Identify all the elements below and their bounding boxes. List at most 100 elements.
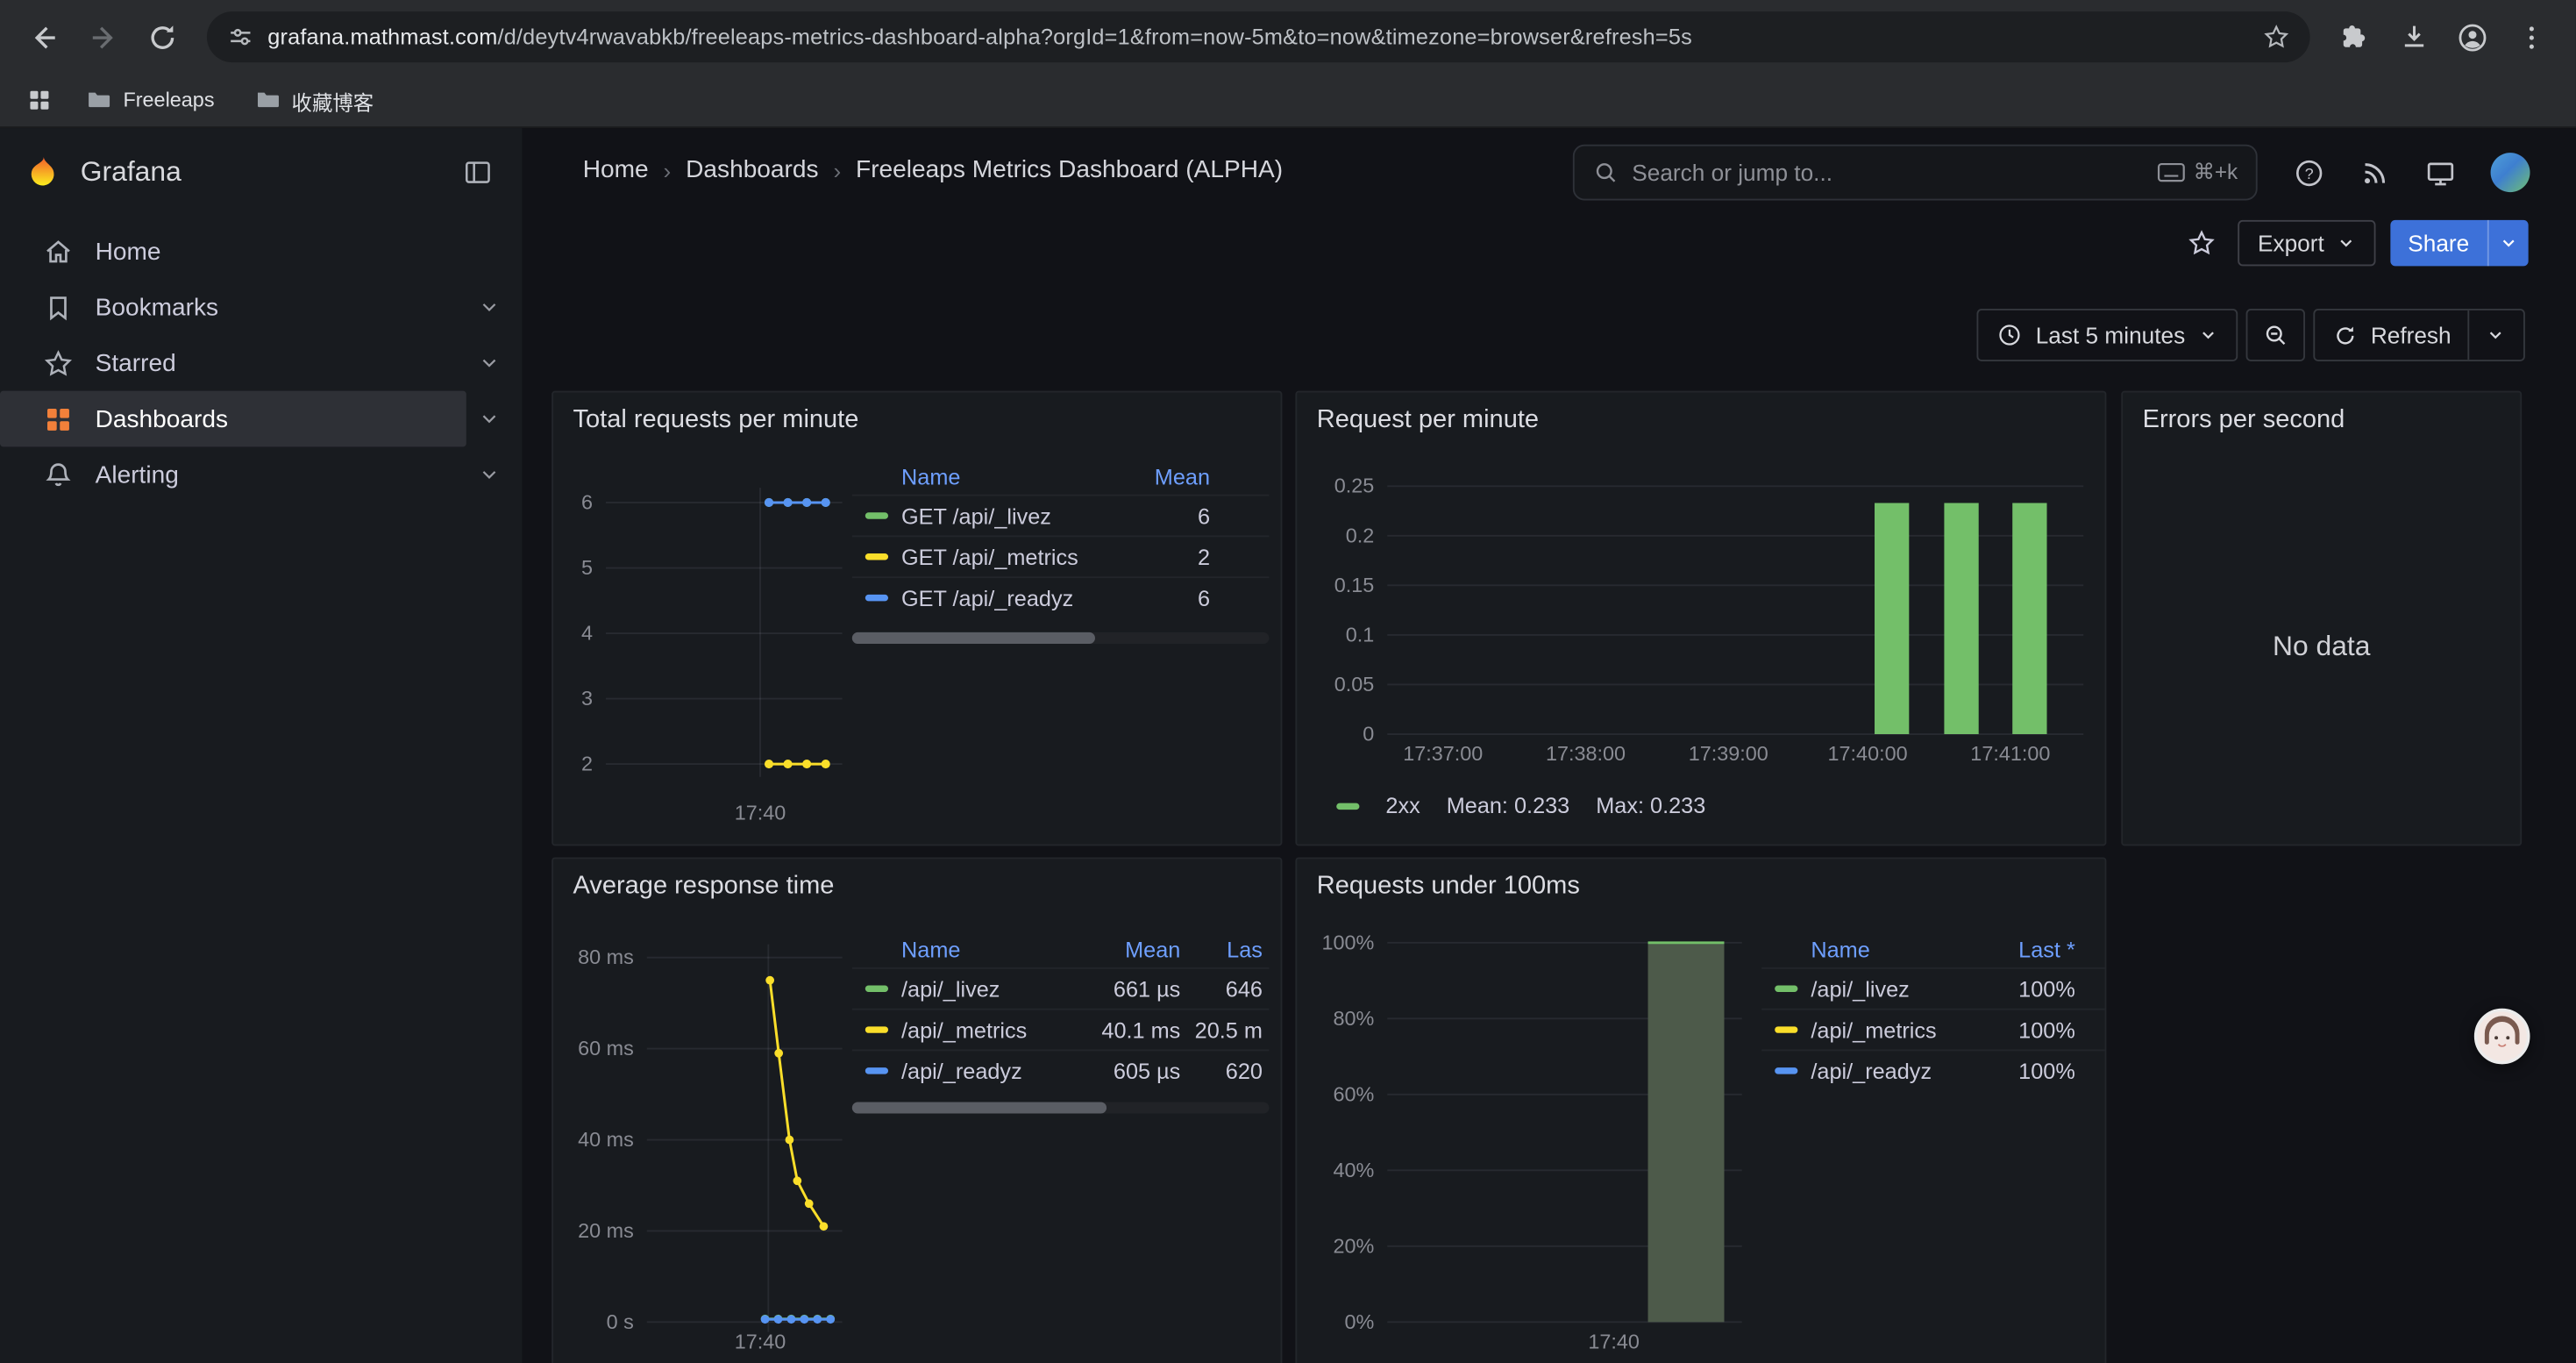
legend-column[interactable]: Name (852, 464, 1118, 489)
legend-column[interactable]: Las (1180, 937, 1263, 961)
series-name: GET /api/_metrics (901, 545, 1118, 569)
scrollbar-thumb[interactable] (852, 1102, 1107, 1113)
legend-row[interactable]: /api/_readyz605 µs620 (852, 1050, 1270, 1091)
help-icon[interactable]: ? (2294, 157, 2325, 189)
bookmark-item-freeleaps[interactable]: Freeleaps (69, 78, 231, 123)
series-color-swatch (865, 1026, 888, 1032)
svg-text:100%: 100% (1321, 931, 1374, 953)
svg-text:60 ms: 60 ms (578, 1037, 634, 1060)
browser-menu-icon[interactable] (2504, 9, 2560, 65)
svg-text:6: 6 (581, 490, 593, 513)
breadcrumb-home[interactable]: Home (583, 156, 649, 184)
series-value: 605 µs (1078, 1059, 1180, 1083)
sidebar-item-alerting[interactable]: Alerting (0, 446, 522, 503)
legend-column[interactable]: Name (1761, 937, 1960, 961)
chevron-down-icon[interactable] (478, 296, 501, 318)
favorite-star-icon[interactable] (2181, 222, 2224, 265)
svg-text:17:39:00: 17:39:00 (1689, 742, 1768, 765)
chevron-down-icon[interactable] (478, 407, 501, 430)
sidebar-item-dashboards[interactable]: Dashboards (0, 391, 522, 447)
sidebar-item-bookmarks[interactable]: Bookmarks (0, 279, 522, 335)
back-icon[interactable] (17, 9, 73, 65)
url-text[interactable]: grafana.mathmast.com/d/deytv4rwavabkb/fr… (267, 25, 2249, 49)
legend-column[interactable]: Name (852, 937, 1078, 961)
site-settings-icon[interactable] (226, 23, 254, 51)
sidebar-item-starred[interactable]: Starred (0, 335, 522, 391)
zoom-out-button[interactable] (2246, 309, 2305, 361)
legend-stats[interactable]: 2xx Mean: 0.233 Max: 0.233 (1323, 793, 1705, 817)
monitor-icon[interactable] (2425, 157, 2457, 189)
panel-errors-per-second: Errors per second No data (2121, 391, 2522, 846)
panel-requests-per-minute: Request per minute 0.250.20.150.10.05017… (1295, 391, 2106, 846)
downloads-icon[interactable] (2386, 9, 2442, 65)
share-button[interactable]: Share (2390, 220, 2529, 266)
grafana-app: Grafana Home Bookmarks Starred (0, 128, 2576, 1363)
search-input[interactable] (1632, 160, 2144, 186)
legend-scrollbar[interactable] (852, 632, 1270, 644)
requests-per-minute-chart[interactable]: 0.250.20.150.10.05017:37:0017:38:0017:39… (1297, 393, 2106, 846)
legend-column[interactable]: Mean (1118, 464, 1210, 489)
bookmark-item-blog[interactable]: 收藏博客 (238, 78, 390, 123)
breadcrumb-separator: › (833, 157, 841, 183)
sidebar: Grafana Home Bookmarks Starred (0, 128, 522, 1363)
panel-title[interactable]: Errors per second (2143, 406, 2345, 436)
series-mean: Mean: 0.233 (1447, 793, 1570, 817)
series-value: 100% (1960, 976, 2075, 1001)
refresh-button[interactable]: Refresh (2313, 309, 2525, 361)
legend-header: NameLast * (1761, 931, 2106, 967)
legend-scrollbar[interactable] (852, 1102, 1270, 1113)
export-button[interactable]: Export (2238, 220, 2375, 266)
legend-table: NameMeanGET /api/_livez6GET /api/_metric… (852, 458, 1270, 617)
legend-table: NameMeanLas/api/_livez661 µs646/api/_met… (852, 931, 1270, 1091)
chevron-down-icon (2486, 325, 2505, 345)
bookmark-label: Freeleaps (123, 89, 214, 111)
series-name: /api/_metrics (901, 1017, 1078, 1042)
legend-row[interactable]: GET /api/_livez6 (852, 495, 1270, 536)
user-avatar[interactable] (2491, 153, 2530, 192)
assistant-avatar[interactable] (2474, 1009, 2530, 1065)
legend-row[interactable]: /api/_metrics40.1 ms20.5 m (852, 1009, 1270, 1050)
legend-column[interactable]: Mean (1078, 937, 1180, 961)
forward-icon[interactable] (75, 9, 132, 65)
legend-column[interactable]: Last * (1960, 937, 2075, 961)
series-value: 100% (1960, 1017, 2075, 1042)
no-data-message: No data (2123, 631, 2520, 663)
svg-text:80 ms: 80 ms (578, 946, 634, 968)
header-icons: ? (2294, 153, 2530, 192)
address-bar[interactable]: grafana.mathmast.com/d/deytv4rwavabkb/fr… (207, 11, 2310, 62)
breadcrumb-dashboards[interactable]: Dashboards (686, 156, 818, 184)
bookmark-star-icon[interactable] (2262, 23, 2290, 51)
sidebar-toggle-icon[interactable] (457, 151, 500, 194)
apps-grid-icon[interactable] (17, 77, 62, 123)
grafana-logo-icon[interactable] (23, 153, 60, 191)
breadcrumb: Home › Dashboards › Freeleaps Metrics Da… (583, 156, 1283, 184)
svg-text:17:40: 17:40 (735, 801, 786, 824)
legend-row[interactable]: /api/_livez661 µs646 (852, 967, 1270, 1009)
series-value: 20.5 m (1180, 1017, 1263, 1042)
sidebar-item-label: Alerting (96, 460, 179, 489)
legend-row[interactable]: /api/_readyz100% (1761, 1050, 2106, 1091)
chevron-down-icon[interactable] (478, 463, 501, 486)
legend-row[interactable]: GET /api/_readyz6 (852, 576, 1270, 617)
bookmark-icon (43, 291, 75, 323)
extensions-icon[interactable] (2326, 9, 2382, 65)
panel-average-response-time: Average response time 80 ms60 ms40 ms20 … (551, 857, 1282, 1363)
series-color-swatch (1336, 803, 1359, 809)
reload-icon[interactable] (135, 9, 191, 65)
series-value: 2 (1118, 545, 1210, 569)
legend-row[interactable]: /api/_metrics100% (1761, 1009, 2106, 1050)
search-box[interactable]: ⌘+k (1573, 145, 2258, 201)
news-rss-icon[interactable] (2359, 157, 2391, 189)
series-name: GET /api/_readyz (901, 586, 1118, 610)
chevron-down-icon (2489, 220, 2529, 266)
time-range-picker[interactable]: Last 5 minutes (1976, 309, 2238, 361)
scrollbar-thumb[interactable] (852, 632, 1095, 644)
screen: grafana.mathmast.com/d/deytv4rwavabkb/fr… (0, 0, 2576, 1363)
profile-icon[interactable] (2444, 9, 2501, 65)
svg-text:80%: 80% (1333, 1007, 1374, 1030)
series-value: 6 (1118, 586, 1210, 610)
legend-row[interactable]: GET /api/_metrics2 (852, 535, 1270, 576)
chevron-down-icon[interactable] (478, 352, 501, 375)
legend-row[interactable]: /api/_livez100% (1761, 967, 2106, 1009)
sidebar-item-home[interactable]: Home (0, 224, 522, 280)
